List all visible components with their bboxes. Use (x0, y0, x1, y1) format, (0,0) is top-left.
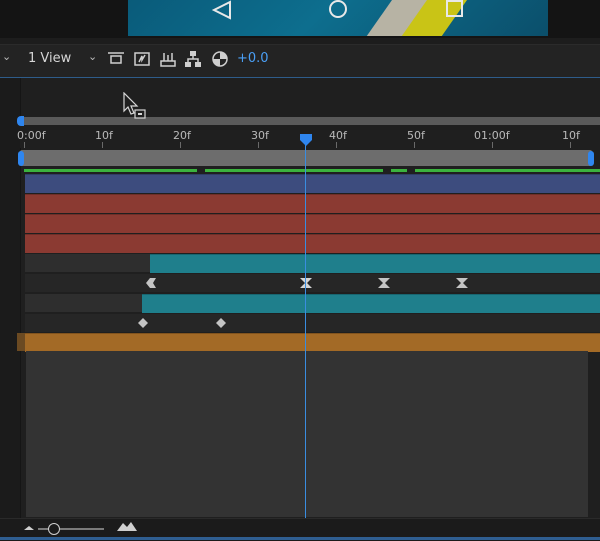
triangle-back-icon[interactable] (210, 0, 234, 22)
comp-range-bar[interactable] (20, 150, 592, 166)
layer-bar[interactable] (25, 194, 600, 213)
snapshot-icon[interactable] (133, 50, 151, 68)
layer-bar[interactable] (25, 234, 600, 253)
keyframe-diamond-icon[interactable] (216, 318, 226, 328)
empty-timeline-area (26, 351, 588, 517)
ruler-tick (336, 142, 337, 148)
current-time-indicator[interactable] (300, 134, 312, 146)
property-track (25, 274, 600, 292)
layer-bar[interactable] (25, 214, 600, 233)
keyframe-hourglass-icon[interactable] (456, 278, 468, 288)
ruler-tick (180, 142, 181, 148)
square-recents-icon[interactable] (443, 0, 467, 22)
current-time-indicator-line (305, 140, 306, 518)
range-end-handle[interactable] (588, 151, 594, 166)
layer-bar[interactable] (150, 254, 600, 273)
layer-label-column (0, 78, 21, 540)
zoom-slider-knob[interactable] (48, 523, 60, 535)
ruler-tick (102, 142, 103, 148)
ruler-label: 30f (251, 129, 269, 142)
keyframe-ease-icon[interactable] (146, 278, 158, 288)
ruler-label: 50f (407, 129, 425, 142)
ruler-label: 40f (329, 129, 347, 142)
flowchart-icon[interactable] (184, 50, 202, 68)
keyframe-diamond-icon[interactable] (138, 318, 148, 328)
render-cache-bar (205, 169, 383, 172)
keyframe-hourglass-icon[interactable] (300, 278, 312, 288)
work-area-bar[interactable] (20, 117, 600, 125)
layer-bar[interactable] (142, 294, 600, 313)
chevron-down-icon: ⌄ (88, 50, 98, 63)
layer-label-color (17, 333, 25, 351)
render-cache-bar (391, 169, 407, 172)
layer-track (25, 294, 142, 312)
layer-bar[interactable] (25, 174, 600, 193)
zoom-out-mountain-icon[interactable] (22, 522, 36, 532)
ruler-label: 20f (173, 129, 191, 142)
ruler-tick (258, 142, 259, 148)
exposure-value[interactable]: +0.0 (237, 51, 269, 66)
keyframe-hourglass-icon[interactable] (378, 278, 390, 288)
ruler-tick (492, 142, 493, 148)
ruler-tick (414, 142, 415, 148)
ruler-label: 01:00f (474, 129, 510, 142)
property-track (25, 314, 600, 332)
channel-icon[interactable] (159, 50, 177, 68)
view-layout-select[interactable]: 1 View ⌄ (18, 49, 102, 69)
chevron-down-icon[interactable]: ⌄ (2, 50, 11, 63)
ruler-label: 0:00f (17, 129, 46, 142)
zoom-in-mountain-icon[interactable] (116, 520, 138, 532)
view-select-value: 1 View (28, 51, 72, 66)
layer-bar[interactable] (25, 333, 600, 352)
region-of-interest-icon[interactable] (107, 50, 125, 68)
layer-track (25, 254, 150, 272)
mouse-pointer-icon (123, 92, 146, 119)
work-area-start-handle[interactable] (17, 116, 24, 126)
exposure-reset-icon[interactable] (211, 50, 229, 68)
ruler-tick (24, 142, 25, 148)
render-cache-bar (24, 169, 197, 172)
circle-home-icon[interactable] (326, 0, 350, 22)
ruler-label: 10f (562, 129, 580, 142)
render-cache-bar (415, 169, 600, 172)
ruler-label: 10f (95, 129, 113, 142)
ruler-tick (570, 142, 571, 148)
range-start-handle[interactable] (18, 151, 24, 166)
